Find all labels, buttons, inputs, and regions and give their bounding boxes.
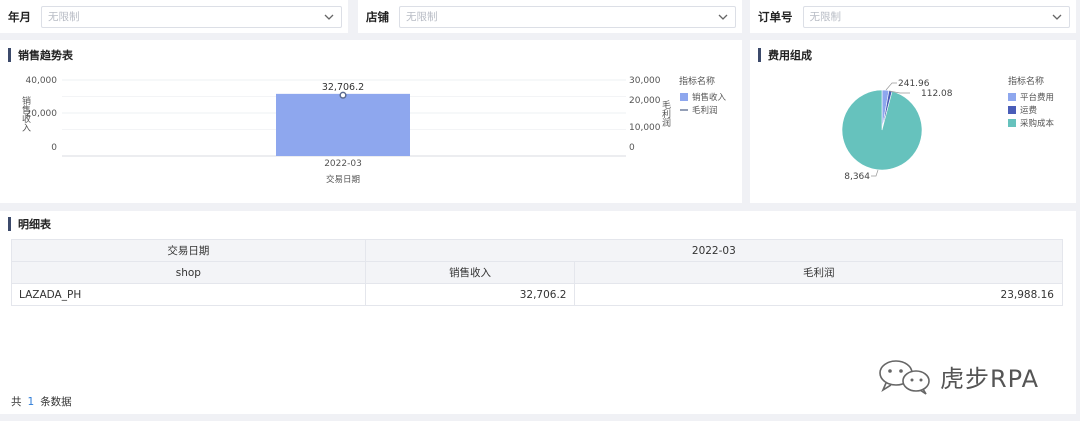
detail-title: 明细表	[18, 218, 51, 231]
slice-label-platform-fee: 241.96	[898, 79, 930, 89]
y-tick-right: 0	[629, 143, 635, 153]
filter-year-month: 年月 无限制	[0, 0, 348, 33]
legend-title: 指标名称	[679, 75, 715, 87]
cell-profit: 23,988.16	[574, 283, 1063, 306]
record-count-number: 1	[27, 396, 35, 408]
cost-pie-chart: 241.96 112.08 8,364 指标名称 平台费用 运费 采购成本	[841, 75, 1055, 182]
header-cell-period: 2022-03	[364, 239, 1064, 262]
cell-revenue: 32,706.2	[364, 283, 576, 306]
x-axis-label: 交易日期	[326, 174, 360, 185]
select-placeholder: 无限制	[406, 11, 438, 23]
header-cell-revenue[interactable]: 销售收入	[364, 261, 576, 284]
filter-shop: 店铺 无限制	[358, 0, 742, 33]
y-tick-left: 0	[51, 143, 57, 153]
sales-trend-chart: 40,000 20,000 0 销售收入 30,000 20,000 10,00…	[22, 75, 727, 185]
detail-table: 交易日期 2022-03 shop 销售收入 毛利润 LAZADA_PH 32,…	[11, 239, 1064, 306]
cost-composition-card: 费用组成 241.96 112.08 8,364 指标名称 平台费用 运费 采购…	[750, 40, 1076, 203]
title-accent	[8, 217, 11, 231]
bar-data-label: 32,706.2	[322, 82, 364, 93]
table-row[interactable]: LAZADA_PH 32,706.2 23,988.16	[11, 283, 1063, 306]
select-placeholder: 无限制	[48, 11, 80, 23]
header-cell-profit[interactable]: 毛利润	[574, 261, 1063, 284]
filter-order-no: 订单号 无限制	[750, 0, 1076, 33]
filter-label: 店铺	[366, 9, 389, 24]
chevron-down-icon	[718, 14, 728, 20]
watermark-text: 虎步RPA	[940, 364, 1040, 393]
legend-item-shipping[interactable]: 运费	[1020, 105, 1038, 116]
table-header-row: shop 销售收入 毛利润	[11, 261, 1063, 284]
chevron-down-icon	[1052, 14, 1062, 20]
select-placeholder: 无限制	[809, 11, 842, 23]
filter-label: 年月	[8, 9, 31, 24]
wechat-icon	[879, 360, 930, 395]
watermark: 虎步RPA	[876, 357, 1039, 395]
legend-swatch	[1008, 106, 1016, 114]
leader-line	[885, 82, 897, 91]
sales-trend-card: 销售趋势表 40,000 20,000 0 销售收入 30,000 20,000…	[0, 40, 742, 203]
header-cell-shop[interactable]: shop	[11, 261, 366, 284]
y-tick-left: 40,000	[26, 76, 58, 86]
shop-select[interactable]: 无限制	[399, 5, 736, 28]
chevron-down-icon	[324, 14, 334, 20]
y-tick-right: 10,000	[629, 123, 661, 133]
y-axis-label-right: 毛利润	[662, 99, 671, 129]
legend-swatch-bar	[680, 93, 688, 101]
y-tick-right: 20,000	[629, 96, 661, 106]
legend-item-purchase-cost[interactable]: 采购成本	[1020, 118, 1055, 129]
detail-table-card: 明细表 交易日期 2022-03 shop 销售收入 毛利润 LAZADA_PH…	[0, 211, 1076, 414]
header-cell-date: 交易日期	[11, 239, 366, 262]
legend-swatch	[1008, 119, 1016, 127]
legend-item-sales-revenue[interactable]: 销售收入	[692, 92, 727, 103]
legend-item-platform-fee[interactable]: 平台费用	[1020, 92, 1054, 103]
order-no-select[interactable]: 无限制	[802, 5, 1070, 28]
y-tick-right: 30,000	[629, 76, 661, 86]
leader-line	[871, 169, 879, 177]
record-count-prefix: 共	[11, 396, 22, 408]
bar-sales-revenue[interactable]	[276, 93, 410, 156]
legend-item-gross-profit[interactable]: 毛利润	[692, 105, 718, 116]
slice-label-shipping: 112.08	[921, 89, 953, 99]
card-title: 明细表	[8, 217, 51, 231]
legend-swatch	[1008, 93, 1016, 101]
filter-label: 订单号	[758, 9, 793, 24]
table-header-row: 交易日期 2022-03	[11, 239, 1064, 262]
x-tick-label: 2022-03	[324, 159, 362, 169]
slice-label-purchase-cost: 8,364	[844, 172, 870, 182]
cell-shop: LAZADA_PH	[11, 283, 366, 306]
pie-slice-purchase-cost[interactable]	[841, 89, 923, 171]
record-count-suffix: 条数据	[40, 396, 72, 408]
legend-title: 指标名称	[1008, 75, 1044, 87]
record-count: 共 1 条数据	[11, 394, 72, 409]
y-axis-label-left: 销售收入	[22, 95, 31, 134]
line-point-gross-profit[interactable]	[339, 91, 347, 99]
year-month-select[interactable]: 无限制	[41, 5, 342, 28]
